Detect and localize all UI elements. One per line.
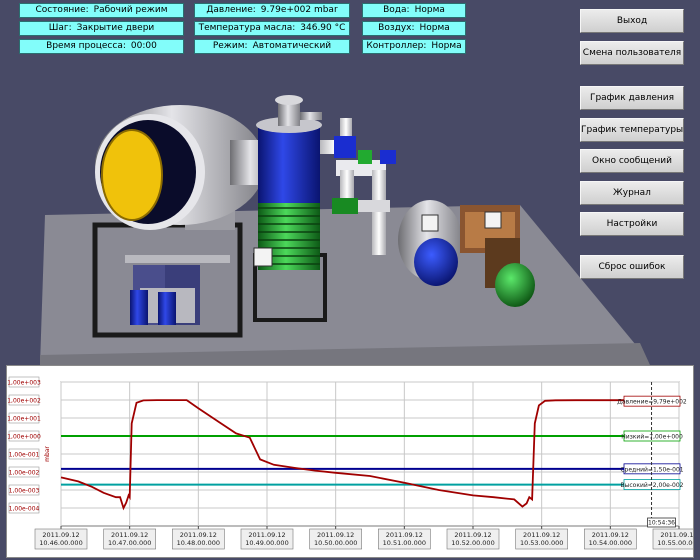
settings-button[interactable]: Настройки (580, 212, 684, 236)
status-air: Воздух: Норма (362, 21, 466, 36)
x-tick-time: 10.52.00.000 (451, 539, 494, 547)
time-cursor-label: 10:54:36 (648, 520, 675, 527)
x-tick-time: 10.46.00.000 (39, 539, 82, 547)
status-controller-label: Контроллер: (366, 41, 427, 51)
x-tick-date: 2011.09.12 (248, 531, 285, 539)
pressure-value-label: Давление=9,79e+002 (617, 399, 687, 406)
y-axis-label: mbar (44, 446, 51, 462)
x-tick-date: 2011.09.12 (180, 531, 217, 539)
status-oil-temp: Температура масла: 346.90 °C (194, 21, 350, 36)
x-tick-time: 10.47.00.000 (108, 539, 151, 547)
status-water: Вода: Норма (362, 3, 466, 18)
y-tick-label: 1,00e-002 (9, 470, 40, 477)
x-tick-time: 10.49.00.000 (245, 539, 288, 547)
status-state: Состояние: Рабочий режим (19, 3, 184, 18)
status-air-value: Норма (419, 23, 450, 33)
status-controller: Контроллер: Норма (362, 39, 466, 54)
status-state-value: Рабочий режим (93, 5, 168, 15)
x-tick-time: 10.54.00.000 (589, 539, 632, 547)
reset-errors-button[interactable]: Сброс ошибок (580, 255, 684, 279)
x-tick-date: 2011.09.12 (42, 531, 79, 539)
status-state-label: Состояние: (35, 5, 89, 15)
temperature-chart-button[interactable]: График температуры (580, 118, 684, 142)
status-air-label: Воздух: (378, 23, 415, 33)
pressure-chart-button[interactable]: График давления (580, 86, 684, 110)
x-tick-time: 10.48.00.000 (177, 539, 220, 547)
x-tick-date: 2011.09.12 (592, 531, 629, 539)
x-tick-date: 2011.09.12 (386, 531, 423, 539)
x-tick-time: 10.55.00.000 (657, 539, 693, 547)
status-pressure-value: 9.79e+002 mbar (260, 5, 338, 15)
y-tick-label: 1,00e-003 (9, 488, 40, 495)
x-tick-time: 10.50.00.000 (314, 539, 357, 547)
status-mode-value: Автоматический (252, 41, 332, 51)
status-mode: Режим: Автоматический (194, 39, 350, 54)
y-tick-label: 1,00e+002 (7, 398, 41, 405)
y-tick-label: 1,00e-004 (9, 506, 40, 513)
x-tick-time: 10.51.00.000 (383, 539, 426, 547)
x-tick-time: 10.53.00.000 (520, 539, 563, 547)
status-step-value: Закрытие двери (76, 23, 155, 33)
status-process-time-value: 00:00 (130, 41, 157, 51)
limit-label: Низкий=7,00e+000 (621, 434, 683, 441)
limit-label: Высокий=2,00e-002 (621, 482, 684, 489)
limit-label: Средний=1,50e-001 (620, 466, 683, 473)
status-step-label: Шаг: (48, 23, 72, 33)
pressure-trend-panel[interactable]: 2011.09.12 10.46.00.000 2011.09.12 10.47.00… (6, 365, 694, 558)
status-oil-temp-value: 346.90 °C (300, 23, 346, 33)
pressure-trend-chart[interactable]: 2011.09.1210.46.00.0002011.09.1210.47.00… (7, 366, 693, 557)
y-tick-label: 1,00e-001 (9, 452, 40, 459)
x-tick-date: 2011.09.12 (317, 531, 354, 539)
messages-window-button[interactable]: Окно сообщений (580, 149, 684, 173)
status-water-value: Норма (414, 5, 445, 15)
x-tick-date: 2011.09.12 (523, 531, 560, 539)
x-tick-date: 2011.09.12 (660, 531, 693, 539)
status-mode-label: Режим: (212, 41, 248, 51)
x-tick-date: 2011.09.12 (454, 531, 491, 539)
journal-button[interactable]: Журнал (580, 181, 684, 205)
status-controller-value: Норма (431, 41, 462, 51)
y-tick-label: 1,00e+001 (7, 416, 41, 423)
y-tick-label: 1,00e+003 (7, 380, 41, 387)
status-process-time-label: Время процесса: (46, 41, 126, 51)
change-user-button[interactable]: Смена пользователя (580, 41, 684, 65)
status-pressure-label: Давление: (206, 5, 256, 15)
status-oil-temp-label: Температура масла: (198, 23, 296, 33)
exit-button[interactable]: Выход (580, 9, 684, 33)
status-pressure: Давление: 9.79e+002 mbar (194, 3, 350, 18)
status-process-time: Время процесса: 00:00 (19, 39, 184, 54)
floor (40, 205, 640, 365)
x-tick-date: 2011.09.12 (111, 531, 148, 539)
status-step: Шаг: Закрытие двери (19, 21, 184, 36)
y-tick-label: 1,00e+000 (7, 434, 41, 441)
status-water-label: Вода: (383, 5, 410, 15)
